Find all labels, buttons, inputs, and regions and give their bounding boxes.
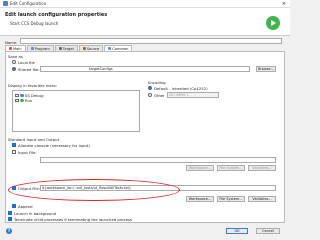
common-icon <box>108 47 112 50</box>
run-icon <box>20 98 24 103</box>
ok-button[interactable]: OK <box>226 228 248 234</box>
shared-file-label: Shared file: <box>18 67 40 72</box>
title-bar: Edit Configuration × <box>0 0 290 8</box>
default-encoding-radio[interactable] <box>148 86 152 90</box>
run-icon <box>266 16 280 30</box>
append-label: Append <box>18 204 33 209</box>
favorites-list: SS Debug Run <box>12 90 140 132</box>
list-item[interactable]: Run <box>15 98 139 103</box>
input-file-system-button[interactable]: File System... <box>217 165 245 171</box>
launch-background-label: Launch in background <box>14 211 57 216</box>
program-icon <box>30 47 34 50</box>
highlight-annotation <box>8 179 180 201</box>
terminate-child-checkbox[interactable] <box>8 217 12 221</box>
input-workspace-button[interactable]: Workspace... <box>186 165 214 171</box>
close-icon[interactable]: × <box>282 1 286 7</box>
source-icon <box>82 47 86 50</box>
input-variables-button[interactable]: Variables... <box>248 165 276 171</box>
input-file-checkbox[interactable] <box>12 150 16 154</box>
help-icon[interactable]: ? <box>6 228 12 234</box>
std-io-label: Standard Input and Output <box>8 137 60 142</box>
append-checkbox[interactable] <box>12 204 16 208</box>
name-input[interactable] <box>20 38 282 44</box>
other-encoding-radio[interactable] <box>148 93 152 97</box>
default-encoding-label: Default - inherited (Cp1252) <box>154 86 208 91</box>
output-variables-button[interactable]: Variables... <box>248 196 276 202</box>
dialog-footer: ? OK Cancel <box>0 224 290 240</box>
terminate-child-label: Terminate child processes if terminating… <box>14 217 132 222</box>
local-file-radio[interactable] <box>12 60 16 64</box>
shared-file-radio[interactable] <box>12 67 16 71</box>
shared-file-input[interactable]: targetConfigs <box>40 66 250 72</box>
other-encoding-select[interactable]: ISO-8859-1 <box>167 92 219 98</box>
output-file-system-button[interactable]: File System... <box>217 196 245 202</box>
ss-debug-checkbox[interactable] <box>15 93 19 98</box>
browse-button[interactable]: Browse... <box>256 66 276 72</box>
allocate-console-label: Allocate console (necessary for input) <box>18 143 90 148</box>
other-encoding-label: Other <box>154 93 165 98</box>
output-workspace-button[interactable]: Workspace... <box>186 196 214 202</box>
input-file-label: Input File: <box>18 150 37 155</box>
dialog-header: Edit launch configuration properties Sta… <box>0 8 290 36</box>
window-title: Edit Configuration <box>10 1 47 6</box>
main-icon <box>9 47 12 50</box>
cancel-button[interactable]: Cancel <box>256 228 280 234</box>
favorites-label: Display in favorites menu <box>8 83 57 88</box>
debug-icon <box>20 93 24 98</box>
launch-background-checkbox[interactable] <box>8 211 12 215</box>
save-as-label: Save as <box>8 54 23 59</box>
local-file-label: Local file <box>18 60 35 65</box>
header-title: Edit launch configuration properties <box>5 12 108 18</box>
encoding-label: Encoding <box>148 80 166 85</box>
header-subtitle: Start CCS Debug launch <box>10 21 59 26</box>
target-icon <box>58 47 62 50</box>
run-checkbox[interactable] <box>15 98 19 103</box>
app-icon <box>3 1 8 6</box>
input-file-field[interactable] <box>40 157 276 163</box>
allocate-console-checkbox[interactable] <box>12 143 16 147</box>
